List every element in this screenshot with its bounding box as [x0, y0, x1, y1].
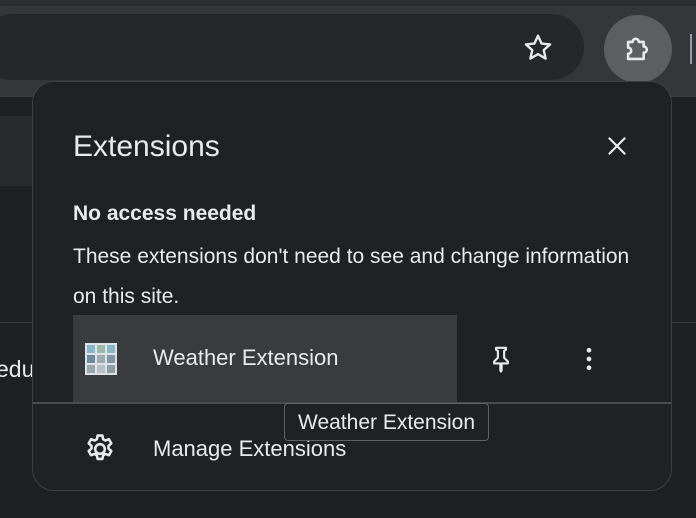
close-button[interactable] [601, 130, 633, 162]
extensions-button[interactable] [604, 15, 672, 83]
pin-button[interactable] [479, 337, 523, 381]
weather-extension-icon [85, 343, 117, 375]
toolbar-separator [690, 34, 692, 64]
gear-icon [87, 434, 113, 461]
page-text: edu [0, 356, 35, 382]
more-options-button[interactable] [567, 337, 611, 381]
close-icon [608, 137, 626, 155]
tab-strip-edge [0, 0, 696, 6]
section-description: These extensions don't need to see and c… [73, 245, 630, 308]
browser-window: edu Extensions No access needed These ex… [0, 0, 696, 518]
extension-item-weather[interactable]: Weather Extension [73, 315, 457, 403]
pin-icon [493, 346, 509, 373]
extension-name: Weather Extension [153, 345, 339, 370]
popup-title: Extensions [73, 130, 220, 163]
puzzle-icon [626, 37, 648, 61]
section-heading: No access needed [73, 202, 257, 225]
more-vert-icon [586, 347, 592, 371]
address-bar[interactable] [0, 14, 584, 80]
star-icon [524, 34, 552, 60]
bookmark-button[interactable] [516, 26, 560, 70]
tooltip: Weather Extension [284, 403, 490, 441]
